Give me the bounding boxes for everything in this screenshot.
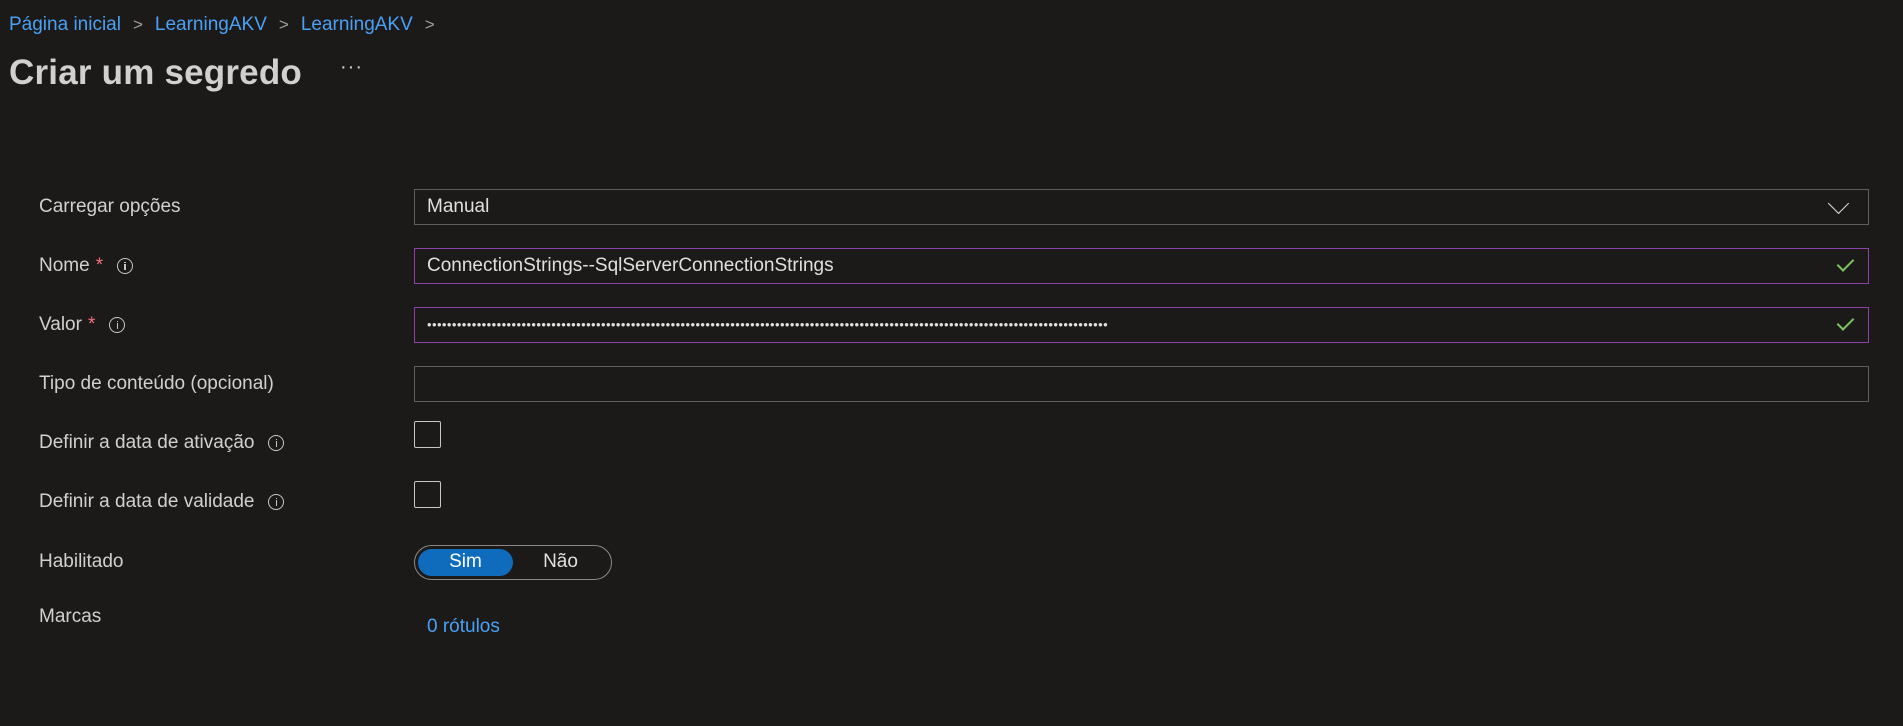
info-icon[interactable] — [268, 494, 285, 510]
tags-label: Marcas — [39, 606, 414, 628]
chevron-down-icon — [1827, 192, 1850, 214]
activation-date-row: Definir a data de ativação — [39, 421, 1869, 461]
secret-value-input[interactable]: ••••••••••••••••••••••••••••••••••••••••… — [414, 307, 1869, 343]
tags-label-text: Marcas — [39, 606, 102, 627]
activation-date-label: Definir a data de ativação — [39, 432, 414, 454]
info-icon[interactable] — [268, 435, 285, 451]
expiration-date-row: Definir a data de validade — [39, 481, 1869, 520]
enabled-option-no[interactable]: Não — [513, 549, 608, 576]
breadcrumb-separator-icon: > — [132, 15, 143, 34]
content-type-input[interactable] — [414, 366, 1869, 402]
upload-options-label: Carregar opções — [39, 196, 414, 218]
tags-control: 0 rótulos — [414, 616, 500, 638]
upload-options-label-text: Carregar opções — [39, 196, 181, 217]
value-label-text: Valor — [39, 314, 82, 335]
create-secret-page: Página inicial > LearningAKV > LearningA… — [0, 0, 1903, 726]
content-type-label: Tipo de conteúdo (opcional) — [39, 373, 414, 395]
tags-link[interactable]: 0 rótulos — [414, 616, 500, 637]
upload-options-value: Manual — [427, 196, 490, 217]
value-row: Valor * ••••••••••••••••••••••••••••••••… — [39, 307, 1869, 343]
expiration-date-label-text: Definir a data de validade — [39, 491, 255, 512]
tags-row: Marcas 0 rótulos — [39, 604, 1869, 642]
enabled-option-yes[interactable]: Sim — [418, 548, 513, 576]
breadcrumb-separator-icon: > — [424, 15, 435, 34]
enabled-row: Habilitado Sim Não — [39, 544, 1869, 580]
name-label: Nome * — [39, 255, 414, 277]
breadcrumb-home-link[interactable]: Página inicial — [9, 14, 121, 36]
upload-options-dropdown[interactable]: Manual — [414, 189, 1869, 225]
info-icon[interactable] — [109, 317, 126, 333]
enabled-label-text: Habilitado — [39, 551, 124, 572]
enabled-label: Habilitado — [39, 551, 414, 573]
enabled-toggle: Sim Não — [414, 544, 612, 580]
activation-date-label-text: Definir a data de ativação — [39, 432, 255, 453]
name-input-value: ConnectionStrings--SqlServerConnectionSt… — [427, 255, 834, 276]
info-icon[interactable] — [117, 258, 134, 274]
breadcrumb-separator-icon: > — [278, 15, 289, 34]
secret-value-masked: ••••••••••••••••••••••••••••••••••••••••… — [427, 316, 1109, 332]
breadcrumb: Página inicial > LearningAKV > LearningA… — [9, 14, 447, 36]
content-type-row: Tipo de conteúdo (opcional) — [39, 366, 1869, 402]
page-title: Criar um segredo — [9, 53, 303, 92]
breadcrumb-keyvault-link[interactable]: LearningAKV — [155, 14, 267, 36]
name-row: Nome * ConnectionStrings--SqlServerConne… — [39, 248, 1869, 284]
upload-options-row: Carregar opções Manual — [39, 189, 1869, 225]
expiration-date-checkbox[interactable] — [414, 481, 441, 508]
content-type-label-text: Tipo de conteúdo (opcional) — [39, 373, 274, 394]
title-row: Criar um segredo ··· — [9, 53, 363, 93]
required-asterisk: * — [95, 255, 104, 276]
name-label-text: Nome — [39, 255, 90, 276]
breadcrumb-secrets-link[interactable]: LearningAKV — [301, 14, 413, 36]
activation-date-checkbox[interactable] — [414, 421, 441, 448]
expiration-date-label: Definir a data de validade — [39, 491, 414, 513]
value-label: Valor * — [39, 314, 414, 336]
required-asterisk: * — [87, 314, 96, 335]
more-options-button[interactable]: ··· — [340, 56, 363, 79]
name-input[interactable]: ConnectionStrings--SqlServerConnectionSt… — [414, 248, 1869, 284]
